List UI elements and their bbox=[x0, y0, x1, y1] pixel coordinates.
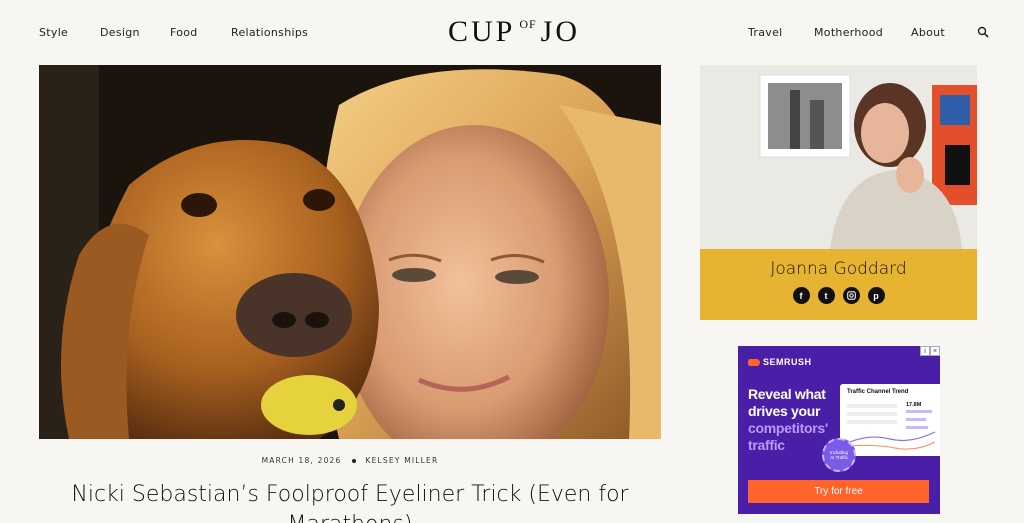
ad-headline-main: Reveal what drives your bbox=[748, 386, 826, 419]
ad-choices-badge[interactable]: i × bbox=[920, 346, 940, 356]
author-photo-illustration bbox=[700, 65, 977, 249]
logo-jo: JO bbox=[540, 15, 581, 48]
ad-close-icon[interactable]: × bbox=[930, 346, 940, 356]
article-title[interactable]: Nicki Sebastian’s Foolproof Eyeliner Tri… bbox=[39, 480, 661, 523]
site-header: Style Design Food Relationships CUP OF J… bbox=[0, 0, 1024, 64]
meta-separator-dot bbox=[351, 458, 356, 463]
nav-food[interactable]: Food bbox=[170, 26, 198, 39]
twitter-icon[interactable]: t bbox=[817, 287, 835, 304]
ad-brand-name: SEMRUSH bbox=[763, 357, 812, 367]
ad-ai-traffic-badge: Including AI Traffic bbox=[822, 438, 856, 472]
ad-cta-button[interactable]: Try for free bbox=[748, 480, 929, 503]
logo-of: OF bbox=[519, 16, 537, 31]
author-photo[interactable] bbox=[700, 65, 977, 249]
author-name[interactable]: Joanna Goddard bbox=[700, 259, 977, 279]
ad-mini-chart bbox=[847, 404, 936, 450]
nav-about[interactable]: About bbox=[911, 26, 945, 39]
ad-brand: SEMRUSH bbox=[748, 357, 812, 367]
nav-relationships[interactable]: Relationships bbox=[231, 26, 308, 39]
instagram-icon[interactable] bbox=[842, 287, 860, 304]
ad-info-icon[interactable]: i bbox=[920, 346, 930, 356]
search-icon[interactable] bbox=[977, 26, 989, 38]
site-logo[interactable]: CUP OF JO bbox=[412, 14, 616, 50]
hero-photo-illustration bbox=[39, 65, 661, 439]
article-date: MARCH 18, 2026 bbox=[261, 456, 342, 465]
ad-chart-panel: Traffic Channel Trend 17.8M bbox=[840, 384, 940, 456]
nav-style[interactable]: Style bbox=[39, 26, 68, 39]
pinterest-icon[interactable]: p bbox=[867, 287, 885, 304]
semrush-logo-icon bbox=[748, 358, 760, 366]
facebook-icon[interactable]: f bbox=[792, 287, 810, 304]
nav-motherhood[interactable]: Motherhood bbox=[814, 26, 883, 39]
hero-image[interactable] bbox=[39, 65, 661, 439]
author-card: Joanna Goddard f t p bbox=[700, 249, 977, 320]
social-links: f t p bbox=[700, 287, 977, 304]
article-author[interactable]: KELSEY MILLER bbox=[366, 456, 439, 465]
nav-travel[interactable]: Travel bbox=[748, 26, 783, 39]
article-meta: MARCH 18, 2026 KELSEY MILLER bbox=[39, 456, 661, 465]
ad-headline-highlight: competitors' traffic bbox=[748, 420, 828, 453]
nav-design[interactable]: Design bbox=[100, 26, 140, 39]
sidebar-ad[interactable]: i × SEMRUSH Reveal what drives your comp… bbox=[738, 346, 940, 514]
logo-cup: CUP bbox=[447, 15, 516, 48]
